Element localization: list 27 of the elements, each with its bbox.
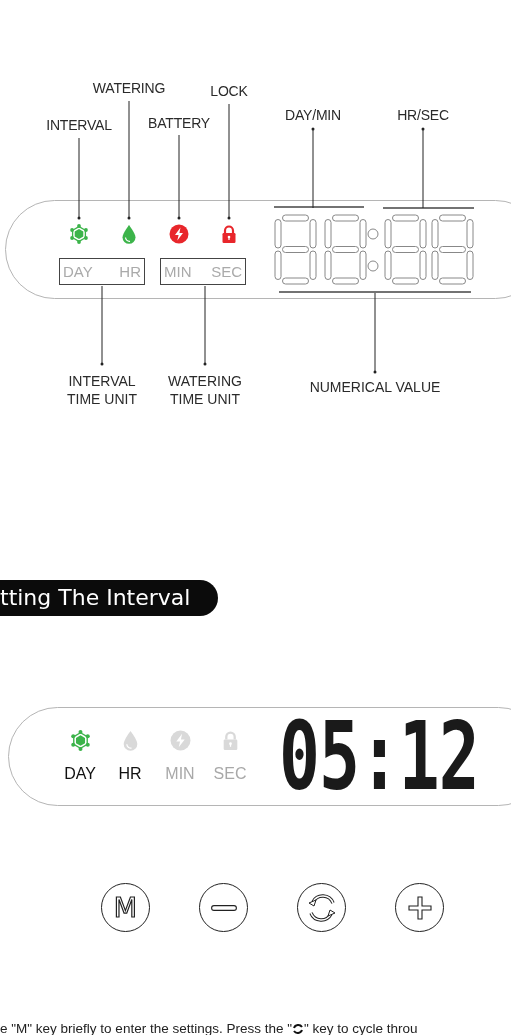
instruction-text: e "M" key briefly to enter the settings. Press the " " key to cycle throu <box>0 1021 418 1035</box>
value-label: NUMERICAL VALUE <box>309 379 441 395</box>
unit-label: SEC <box>213 765 247 783</box>
plus-key-button[interactable] <box>395 883 444 932</box>
circular-arrows-icon <box>292 1023 304 1035</box>
mode-key-button[interactable]: M <box>101 883 150 932</box>
unit-label: MIN <box>165 765 195 783</box>
digit-label: DAY/MIN <box>285 107 341 123</box>
unit-label: SEC <box>211 263 242 280</box>
unit-caption: WATERING TIME UNIT <box>167 372 243 408</box>
plus-icon <box>407 895 432 920</box>
indicator-label: WATERING <box>92 80 166 96</box>
unit-label: HR <box>118 765 142 783</box>
numeric-display-value: 05:12 <box>279 704 479 809</box>
unit-label: DAY <box>63 263 93 280</box>
unit-label: HR <box>119 263 141 280</box>
section-title: tting The Interval <box>0 580 219 616</box>
indicator-label: INTERVAL <box>46 117 112 133</box>
cycle-key-button[interactable] <box>297 883 346 932</box>
digit-label: HR/SEC <box>397 107 449 123</box>
minus-icon <box>210 904 237 911</box>
unit-label: MIN <box>164 263 192 280</box>
indicator-label: LOCK <box>210 83 248 99</box>
minus-key-button[interactable] <box>199 883 248 932</box>
unit-label: DAY <box>64 765 96 783</box>
unit-caption: INTERVAL TIME UNIT <box>66 372 138 408</box>
indicator-label: BATTERY <box>148 115 210 131</box>
